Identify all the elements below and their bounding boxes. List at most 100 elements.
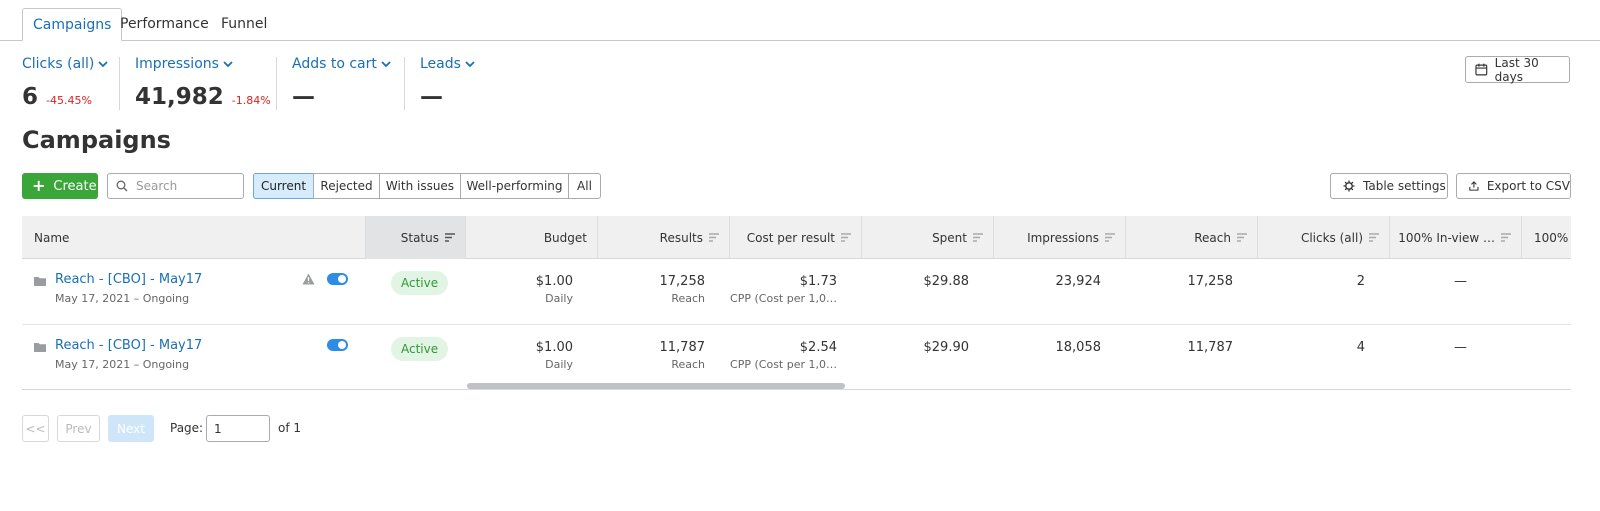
folder-icon xyxy=(34,277,46,286)
filter-well-performing[interactable]: Well-performing xyxy=(460,173,569,199)
column-header-name[interactable]: Name xyxy=(22,216,365,259)
spent-cell: $29.88 xyxy=(923,274,970,289)
horizontal-scrollbar[interactable] xyxy=(467,383,845,389)
column-label: Spent xyxy=(932,230,967,245)
column-header-status[interactable]: Status xyxy=(365,216,465,259)
results-value: 17,258 xyxy=(659,274,706,289)
metric-label: Impressions xyxy=(135,56,219,72)
metric-clicks-selector[interactable]: Clicks (all) xyxy=(22,56,109,72)
sort-icon xyxy=(1501,233,1511,242)
plus-icon: + xyxy=(32,176,46,195)
results-value: 11,787 xyxy=(659,340,706,355)
campaign-name-link[interactable]: Reach - [CBO] - May17 xyxy=(55,338,202,353)
cost-cell: $1.73 CPP (Cost per 1,0… xyxy=(730,274,837,305)
first-page-button[interactable]: << xyxy=(22,415,49,442)
results-cell: 11,787 Reach xyxy=(660,340,706,371)
campaign-name-link[interactable]: Reach - [CBO] - May17 xyxy=(55,272,202,287)
search-box xyxy=(107,173,244,199)
tab-performance[interactable]: Performance xyxy=(110,8,219,41)
chevron-down-icon xyxy=(465,60,475,67)
budget-value: $1.00 xyxy=(535,340,573,355)
metric-value-row: — xyxy=(420,84,475,110)
search-input[interactable] xyxy=(136,179,236,193)
date-range-button[interactable]: Last 30 days xyxy=(1465,56,1570,84)
column-label: Status xyxy=(400,230,439,245)
cost-value: $1.73 xyxy=(799,274,837,289)
budget-cell: $1.00 Daily xyxy=(536,340,573,371)
column-header-spent[interactable]: Spent xyxy=(861,216,993,259)
page-label: Page: xyxy=(170,421,204,435)
campaign-toggle[interactable] xyxy=(327,339,348,351)
table-header: Name Status Budget Results Cost per resu… xyxy=(22,216,1571,259)
filter-with-issues[interactable]: With issues xyxy=(379,173,461,199)
impressions-cell: 18,058 xyxy=(1055,340,1102,355)
clicks-cell: 2 xyxy=(1356,274,1365,289)
column-header-inview-2[interactable]: 100% In xyxy=(1521,216,1571,259)
column-label: 100% In xyxy=(1534,230,1571,245)
metric-leads-selector[interactable]: Leads xyxy=(420,56,475,72)
filter-all[interactable]: All xyxy=(568,173,601,199)
chevron-down-icon xyxy=(223,60,233,67)
metric-impressions: Impressions 41,982 -1.84% xyxy=(135,56,271,110)
column-header-budget[interactable]: Budget xyxy=(465,216,597,259)
results-type: Reach xyxy=(671,292,705,305)
reach-cell: 11,787 xyxy=(1187,340,1234,355)
column-label: Cost per result xyxy=(746,230,835,245)
impressions-cell: 23,924 xyxy=(1055,274,1102,289)
metric-label: Adds to cart xyxy=(292,56,377,72)
cost-type: CPP (Cost per 1,0… xyxy=(730,292,837,305)
metric-adds-to-cart-selector[interactable]: Adds to cart xyxy=(292,56,391,72)
export-csv-button[interactable]: Export to CSV xyxy=(1456,173,1571,199)
cost-type: CPP (Cost per 1,0… xyxy=(730,358,837,371)
column-header-impressions[interactable]: Impressions xyxy=(993,216,1125,259)
filter-rejected[interactable]: Rejected xyxy=(313,173,380,199)
column-header-clicks[interactable]: Clicks (all) xyxy=(1257,216,1389,259)
tab-campaigns[interactable]: Campaigns xyxy=(22,8,123,41)
create-label: Create xyxy=(53,178,97,194)
cost-value: $2.54 xyxy=(799,340,837,355)
warning-icon[interactable] xyxy=(302,273,315,285)
campaign-toggle[interactable] xyxy=(327,273,348,285)
toggle-knob xyxy=(338,341,346,349)
metric-value-row: 41,982 -1.84% xyxy=(135,84,271,110)
metric-adds-to-cart: Adds to cart — xyxy=(292,56,391,110)
column-label: 100% In-view … xyxy=(1398,230,1495,245)
table-settings-button[interactable]: Table settings xyxy=(1330,173,1448,199)
campaign-date: May 17, 2021 – Ongoing xyxy=(55,292,190,305)
metric-clicks: Clicks (all) 6 -45.45% xyxy=(22,56,109,110)
column-label: Reach xyxy=(1194,230,1231,245)
inview-cell: — xyxy=(1454,274,1467,289)
reach-cell: 17,258 xyxy=(1187,274,1234,289)
chevron-down-icon xyxy=(98,60,109,67)
budget-type: Daily xyxy=(545,358,573,371)
page-total: of 1 xyxy=(278,421,302,435)
sort-icon xyxy=(1369,233,1379,242)
budget-type: Daily xyxy=(545,292,573,305)
page-number-input[interactable] xyxy=(206,415,270,442)
column-label: Results xyxy=(659,230,703,245)
toggle-knob xyxy=(338,275,346,283)
column-header-inview[interactable]: 100% In-view … xyxy=(1389,216,1521,259)
next-page-button[interactable]: Next xyxy=(108,415,154,442)
metric-divider xyxy=(404,57,405,110)
metric-value-row: — xyxy=(292,84,391,110)
metric-delta: -45.45% xyxy=(46,94,92,107)
column-header-cost-per-result[interactable]: Cost per result xyxy=(729,216,861,259)
folder-icon xyxy=(34,343,46,352)
metric-divider xyxy=(276,57,277,110)
cost-cell: $2.54 CPP (Cost per 1,0… xyxy=(730,340,837,371)
column-header-results[interactable]: Results xyxy=(597,216,729,259)
column-label: Clicks (all) xyxy=(1300,230,1363,245)
sort-icon xyxy=(1237,233,1247,242)
metric-impressions-selector[interactable]: Impressions xyxy=(135,56,271,72)
page-title: Campaigns xyxy=(22,126,171,154)
metric-value-row: 6 -45.45% xyxy=(22,84,108,110)
clicks-cell: 4 xyxy=(1356,340,1365,355)
tab-funnel[interactable]: Funnel xyxy=(211,8,277,41)
calendar-icon xyxy=(1475,63,1488,76)
create-button[interactable]: + Create xyxy=(22,173,98,199)
column-header-reach[interactable]: Reach xyxy=(1125,216,1257,259)
filter-current[interactable]: Current xyxy=(253,173,314,199)
prev-page-button[interactable]: Prev xyxy=(57,415,100,442)
sort-icon xyxy=(709,233,719,242)
